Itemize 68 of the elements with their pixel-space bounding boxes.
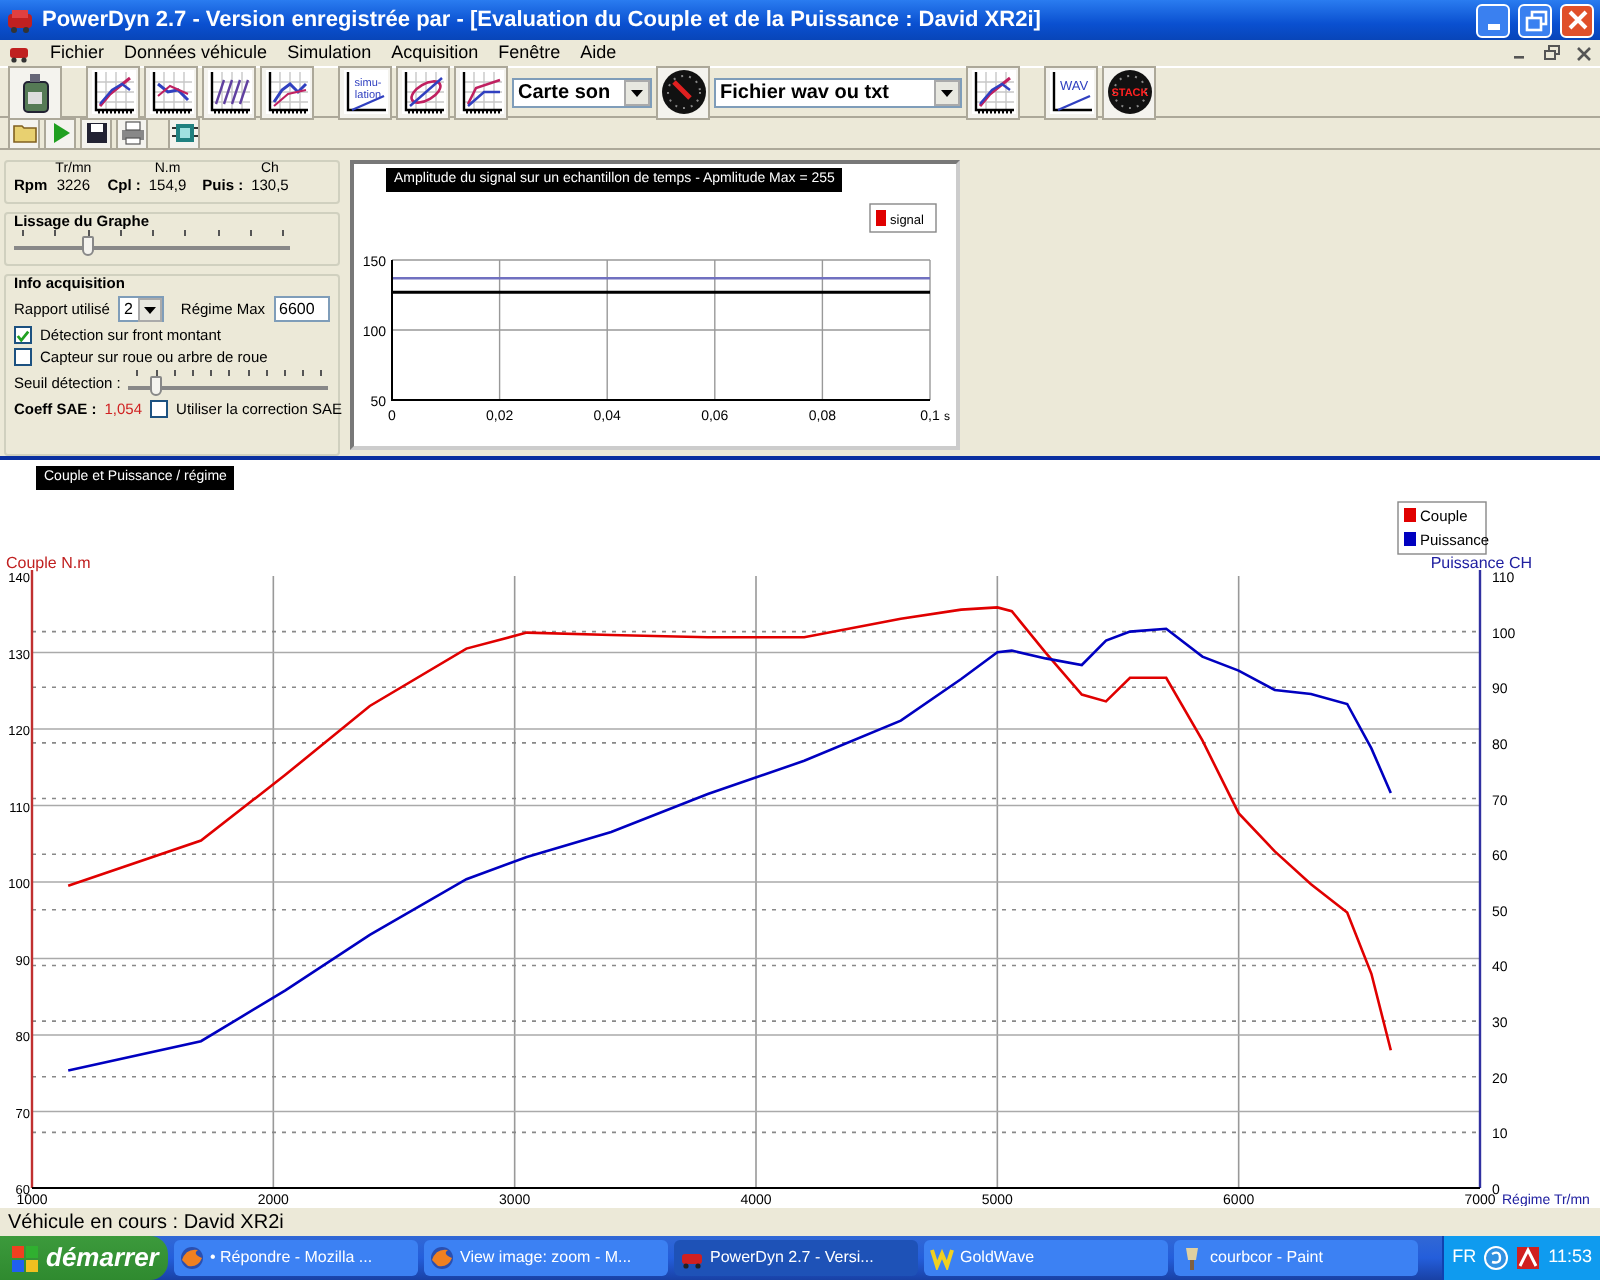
caret-icon [624,79,650,105]
restore-icon [1523,8,1547,32]
graph-icon [399,68,447,116]
caret-icon [138,297,163,322]
checkbox[interactable] [14,326,32,345]
clock: 11:53 [1548,1248,1592,1268]
minimize-button[interactable] [1476,3,1510,37]
minimize-icon [1487,23,1499,29]
gauge-icon [659,68,707,116]
axis-label: Couple N.m [6,554,91,572]
graph-button[interactable] [454,65,508,119]
save-button[interactable] [80,117,112,149]
browser-icon [180,1246,204,1270]
dropdown[interactable]: Carte son [512,77,652,107]
chip-button[interactable] [168,117,200,149]
graph-button[interactable] [144,65,198,119]
checkbox[interactable] [14,348,32,367]
input-field[interactable]: 6600 [273,296,330,323]
tray-icon[interactable] [1484,1246,1509,1270]
menu-item[interactable]: Simulation [287,43,372,63]
graph-icon [263,68,311,116]
graph-icon [969,68,1017,116]
graph-button[interactable] [966,65,1020,119]
graph-icon [205,68,253,116]
slider-thumb[interactable] [149,376,162,397]
open-button[interactable] [8,117,40,149]
windows-logo-icon [12,1245,38,1271]
taskbar-button[interactable]: View image: zoom - M... [424,1240,668,1276]
restore-button[interactable] [1518,3,1552,37]
close-icon [1565,8,1589,32]
graph-icon [89,68,137,116]
window-title: PowerDyn 2.7 - Version enregistrée par - [Evaluation du Couple et de la Puissance : David XR2i] [42,7,1043,33]
oil-can-button[interactable] [8,65,62,119]
close-button[interactable] [1576,44,1592,62]
wave-icon [930,1246,954,1270]
brush-icon [1180,1246,1204,1270]
status-text: Véhicule en cours : David XR2i [8,1211,284,1233]
checkbox[interactable] [150,400,169,419]
graph-button[interactable] [260,65,314,119]
slider-thumb[interactable] [81,236,93,257]
menu-item[interactable]: Fenêtre [498,43,561,63]
taskbar-button[interactable]: • Répondre - Mozilla ... [174,1240,418,1276]
menu-item[interactable]: Aide [580,43,617,63]
print-button[interactable] [116,117,148,149]
restore-button[interactable] [1544,44,1560,62]
taskbar-button[interactable]: GoldWave [924,1240,1168,1276]
chip-icon [171,120,197,146]
graph-icon [457,68,505,116]
gauge-button[interactable] [656,65,710,119]
browser-icon [430,1246,454,1270]
taskbar-button[interactable]: PowerDyn 2.7 - Versi... [674,1240,918,1276]
axis-label: Puissance CH [1430,554,1532,572]
graph-button[interactable] [202,65,256,119]
menu-item[interactable]: Fichier [50,43,105,63]
app-icon [8,42,30,64]
start-button[interactable]: démarrer [0,1236,168,1280]
dropdown[interactable]: 2 [117,296,165,323]
caret-icon [934,79,960,105]
app-icon [6,6,34,34]
taskbar-button[interactable]: courbcor - Paint [1174,1240,1418,1276]
dropdown[interactable]: Fichier wav ou txt [714,77,962,107]
antivirus-icon[interactable] [1516,1246,1541,1270]
graph-button[interactable] [86,65,140,119]
graph-button[interactable] [396,65,450,119]
graph-icon [147,68,195,116]
menu-item[interactable]: Données véhicule [124,43,268,63]
save-icon [83,120,109,146]
menu-item[interactable]: Acquisition [391,43,479,63]
